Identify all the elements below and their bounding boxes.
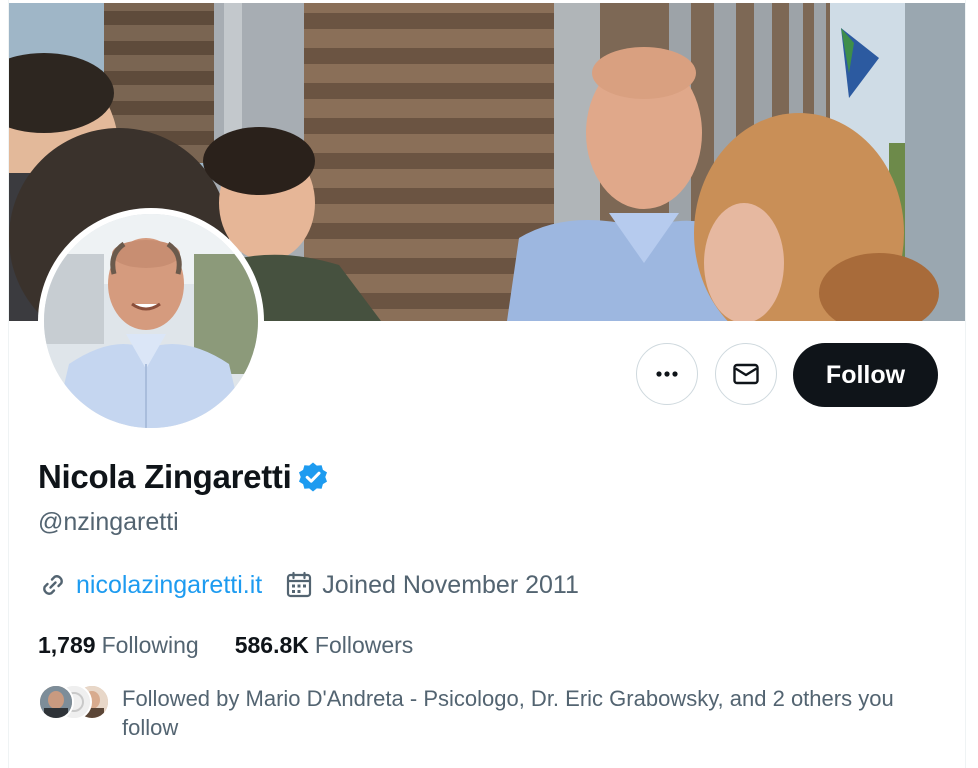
calendar-icon [287, 571, 312, 598]
follower-avatar [38, 684, 74, 720]
profile-name-row: Nicola Zingaretti [38, 458, 329, 496]
profile-avatar[interactable] [38, 208, 264, 434]
mail-icon [733, 363, 759, 385]
profile-meta-row: nicolazingaretti.it Joined November 2011 [38, 570, 579, 600]
more-icon [656, 371, 678, 377]
followed-by-text: Followed by Mario D'Andreta - Psicologo,… [122, 686, 894, 740]
followed-by-avatars [38, 684, 110, 720]
follow-button[interactable]: Follow [793, 343, 938, 407]
joined-text: Joined November 2011 [322, 570, 579, 599]
verified-badge-icon[interactable] [297, 461, 329, 493]
followers-link[interactable]: 586.8K Followers [235, 632, 414, 659]
followers-label: Followers [314, 632, 414, 658]
profile-handle: @nzingaretti [38, 508, 179, 536]
followed-by[interactable]: Followed by Mario D'Andreta - Psicologo,… [38, 684, 942, 742]
following-count: 1,789 [38, 632, 96, 658]
profile-name: Nicola Zingaretti [38, 458, 292, 495]
profile-stats: 1,789 Following 586.8K Followers [38, 632, 413, 659]
joined-date: Joined November 2011 [284, 570, 579, 600]
profile-website-link[interactable]: nicolazingaretti.it [76, 571, 262, 600]
following-label: Following [101, 632, 199, 658]
more-options-button[interactable] [636, 343, 698, 405]
message-button[interactable] [715, 343, 777, 405]
following-link[interactable]: 1,789 Following [38, 632, 199, 659]
followers-count: 586.8K [234, 632, 309, 658]
link-icon [43, 575, 63, 595]
